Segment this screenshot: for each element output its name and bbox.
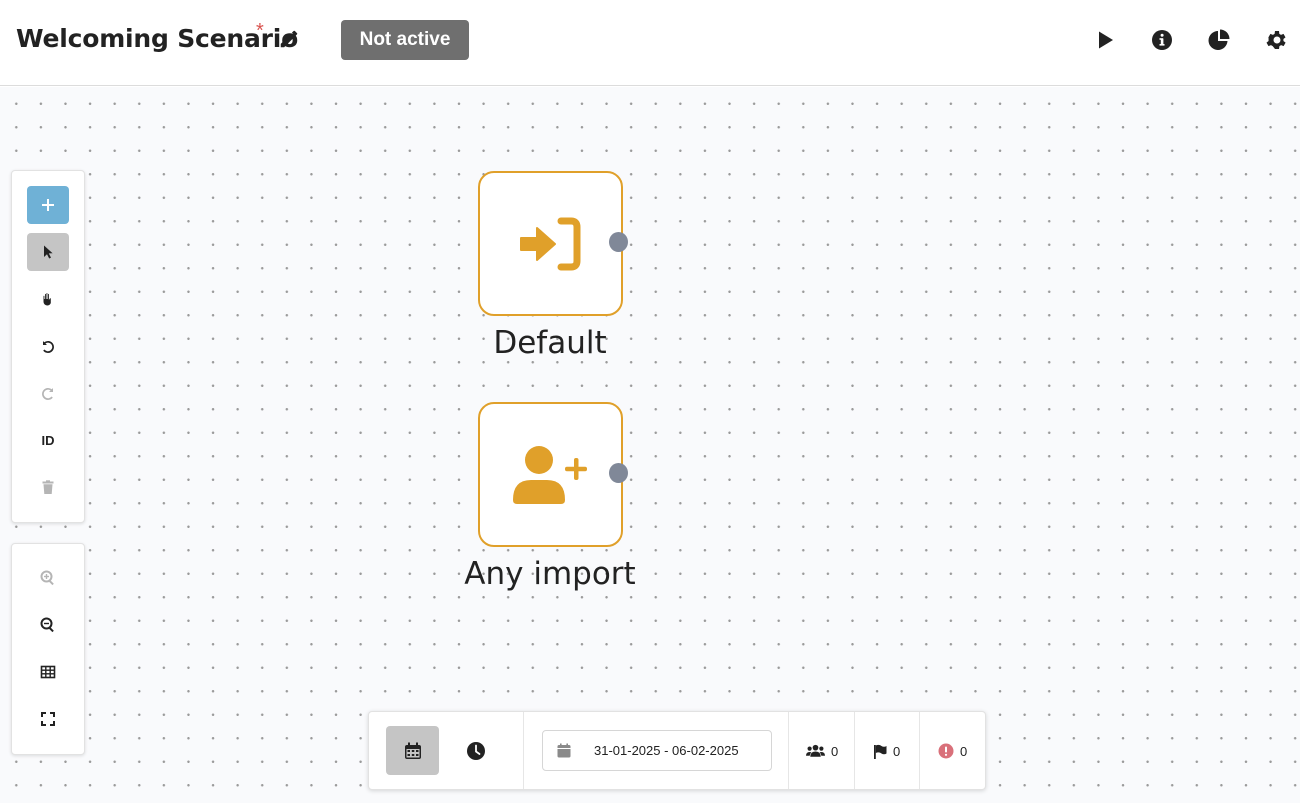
pan-tool-button[interactable] [27, 280, 69, 318]
toggle-ids-button[interactable]: ID [27, 421, 69, 459]
errors-count: 0 [960, 743, 968, 759]
node-output-port[interactable] [609, 463, 628, 483]
zoom-out-button[interactable] [27, 606, 69, 644]
node-output-port[interactable] [609, 232, 628, 252]
node-any-import[interactable] [478, 402, 623, 547]
redo-button[interactable] [27, 374, 69, 412]
flow-canvas[interactable] [0, 87, 1300, 803]
redo-icon [42, 387, 53, 400]
play-icon[interactable] [1093, 28, 1117, 52]
add-node-button[interactable] [27, 186, 69, 224]
delete-button[interactable] [27, 468, 69, 506]
error-icon [938, 743, 954, 759]
time-mode-button[interactable] [449, 726, 502, 775]
errors-stat: 0 [938, 741, 967, 761]
divider [523, 712, 524, 789]
grid-icon [40, 665, 56, 679]
id-label: ID [41, 432, 55, 448]
hand-icon [43, 293, 51, 306]
status-badge: Not active [341, 20, 469, 60]
user-plus-icon [512, 445, 587, 504]
select-tool-button[interactable] [27, 233, 69, 271]
view-toolbar [11, 543, 85, 755]
sign-in-icon [519, 217, 580, 270]
date-range-value: 31-01-2025 - 06-02-2025 [594, 743, 739, 758]
fit-screen-button[interactable] [27, 700, 69, 738]
date-range-input[interactable]: 31-01-2025 - 06-02-2025 [542, 730, 772, 771]
zoom-in-button[interactable] [27, 559, 69, 597]
undo-button[interactable] [27, 327, 69, 365]
node-default[interactable] [478, 171, 623, 316]
info-circle-icon[interactable] [1150, 28, 1174, 52]
trash-icon [42, 480, 54, 494]
gear-icon[interactable] [1265, 28, 1289, 52]
undo-icon [43, 340, 54, 353]
calendar-small-icon [557, 743, 571, 758]
pencil-icon[interactable] [278, 28, 300, 50]
contacts-count: 0 [831, 743, 839, 759]
edit-toolbar: ID [11, 170, 85, 523]
flag-icon [874, 744, 887, 759]
pie-chart-icon[interactable] [1207, 28, 1231, 52]
date-range-mode-button[interactable] [386, 726, 439, 775]
divider [788, 712, 789, 789]
goals-count: 0 [893, 743, 901, 759]
calendar-icon [404, 742, 421, 759]
zoom-in-icon [40, 570, 54, 586]
unsaved-marker: * [256, 20, 264, 42]
grid-toggle-button[interactable] [27, 653, 69, 691]
divider [854, 712, 855, 789]
goals-stat: 0 [873, 741, 900, 761]
node-label: Any import [464, 556, 636, 592]
contacts-stat: 0 [806, 741, 838, 761]
fit-screen-icon [41, 712, 55, 726]
pointer-icon [44, 245, 53, 259]
users-icon [806, 744, 825, 757]
clock-icon [466, 741, 485, 760]
header: Welcoming Scenario * Not active [0, 0, 1300, 86]
stats-bar: 31-01-2025 - 06-02-2025 0 0 0 [368, 711, 986, 790]
zoom-out-icon [40, 617, 54, 633]
plus-icon [42, 199, 54, 211]
node-label: Default [493, 325, 607, 361]
divider [919, 712, 920, 789]
